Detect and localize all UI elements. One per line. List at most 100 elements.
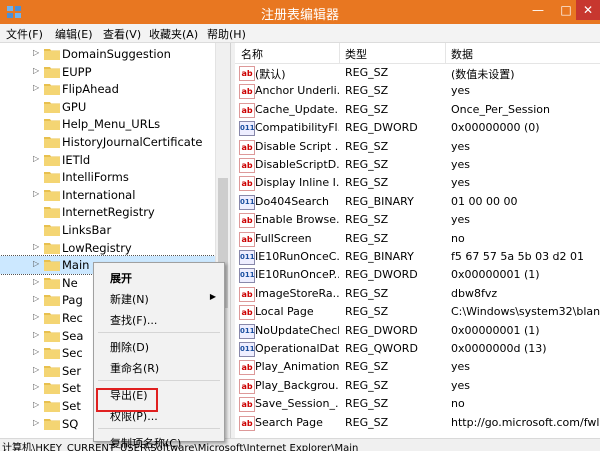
tree-item[interactable]: IntelliForms [0,168,215,186]
tree-item[interactable]: ▷ International [0,186,215,204]
column-type-header[interactable]: 类型 [345,46,367,62]
expand-arrow-icon[interactable]: ▷ [33,330,41,339]
string-value-icon: ab [239,305,255,321]
value-row[interactable]: ab FullScreen REG_SZ no [235,230,600,248]
context-menu-item[interactable]: 复制项名称(C) [94,432,224,450]
column-data-header[interactable]: 数据 [451,46,473,62]
tree-item[interactable]: ▷ DomainSuggestion [0,45,215,63]
folder-icon [44,188,60,201]
string-value-icon: ab [239,139,255,155]
expand-arrow-icon[interactable]: ▷ [33,189,41,198]
value-row[interactable]: ab (默认) REG_SZ (数值未设置) [235,64,600,82]
expand-arrow-icon[interactable]: ▷ [33,154,41,163]
value-row[interactable]: 011 OperationalData REG_QWORD 0x0000000d (1… [235,340,600,358]
value-name: Play_Backgrou... [255,378,339,392]
value-type: REG_SZ [345,84,389,98]
tree-item-label: Main [62,258,90,273]
folder-icon [44,65,60,78]
value-name: DisableScriptD... [255,158,339,171]
folder-icon [44,276,60,289]
menu-file[interactable]: 文件(F) [6,26,43,42]
menu-favorites[interactable]: 收藏夹(A) [149,26,198,42]
tree-item[interactable]: InternetRegistry [0,203,215,221]
value-row[interactable]: ab Play_Animations REG_SZ yes [235,358,600,376]
expand-arrow-icon[interactable]: ▷ [33,259,41,268]
value-row[interactable]: ab Save_Session_... REG_SZ no [235,395,600,413]
value-data: 01 00 00 00 [451,194,518,208]
expand-arrow-icon[interactable]: ▷ [33,48,41,57]
menu-separator [98,428,220,429]
expand-arrow-icon[interactable]: ▷ [33,83,41,92]
expand-arrow-icon[interactable]: ▷ [33,365,41,374]
value-row[interactable]: ab Anchor Underli... REG_SZ yes [235,82,600,100]
folder-icon [44,258,60,272]
tree-item-label: DomainSuggestion [62,47,171,61]
value-data: no [451,231,465,245]
expand-arrow-icon[interactable]: ▷ [33,382,41,391]
value-row[interactable]: ab Display Inline I... REG_SZ yes [235,174,600,192]
expand-arrow-icon[interactable]: ▷ [33,66,41,75]
context-menu-item[interactable]: 展开 [94,267,224,285]
tree-item[interactable]: ▷ EUPP [0,63,215,81]
value-row[interactable]: ab Search Page REG_SZ http://go.microsoft.c… [235,414,600,432]
expand-arrow-icon[interactable]: ▷ [33,242,41,251]
value-row[interactable]: ab ImageStoreRa... REG_SZ dbw8fvz [235,285,600,303]
value-data: yes [451,378,471,392]
tree-item[interactable]: HistoryJournalCertificate [0,133,215,151]
tree-item[interactable]: ▷ LowRegistry [0,239,215,257]
value-data: yes [451,84,471,98]
minimize-button[interactable]: — [524,0,552,20]
folder-icon [44,241,60,254]
value-row[interactable]: ab Cache_Update... REG_SZ Once_Per_Session [235,101,600,119]
expand-arrow-icon[interactable]: ▷ [33,347,41,356]
expand-arrow-icon[interactable]: ▷ [33,277,41,286]
menu-help[interactable]: 帮助(H) [207,26,246,42]
values-list[interactable]: 名称 类型 数据 ab (默认) REG_SZ (数值未设置) ab Anchor Und… [235,43,600,438]
value-row[interactable]: ab Local Page REG_SZ C:\Windows\system32\bl… [235,303,600,321]
tree-item-label: Rec [62,311,83,325]
value-row[interactable]: 011 Do404Search REG_BINARY 01 00 00 00 [235,193,600,211]
string-value-icon: ab [239,102,255,118]
value-name: Save_Session_... [255,397,339,411]
tree-item[interactable]: ▷ IETld [0,151,215,169]
context-menu-item[interactable]: 新建(N) ▶ [94,288,224,306]
value-name: NoUpdateCheck [255,323,339,337]
tree-item[interactable]: ▷ FlipAhead [0,80,215,98]
context-menu-item[interactable]: 重命名(R) [94,357,224,375]
column-divider[interactable] [445,43,446,63]
value-data: 0x00000001 (1) [451,323,540,337]
expand-arrow-icon[interactable]: ▷ [33,400,41,409]
expand-arrow-icon[interactable]: ▷ [33,312,41,321]
value-row[interactable]: ab Play_Backgrou... REG_SZ yes [235,377,600,395]
value-row[interactable]: 011 NoUpdateCheck REG_DWORD 0x00000001 (1) [235,322,600,340]
value-row[interactable]: ab DisableScriptD... REG_SZ yes [235,156,600,174]
value-row[interactable]: ab Disable Script ... REG_SZ yes [235,138,600,156]
value-row[interactable]: 011 CompatibilityFl... REG_DWORD 0x00000000… [235,119,600,137]
column-name-header[interactable]: 名称 [241,46,263,62]
value-type: REG_DWORD [345,268,418,282]
binary-value-icon: 011 [239,121,255,137]
folder-icon [44,311,60,324]
folder-icon [44,364,60,377]
tree-item[interactable]: GPU [0,98,215,116]
value-type: REG_SZ [345,415,389,429]
context-menu-item[interactable]: 查找(F)... [94,309,224,327]
binary-value-icon: 011 [239,250,255,265]
expand-arrow-icon[interactable]: ▷ [33,418,41,427]
value-row[interactable]: ab Enable Browse... REG_SZ yes [235,211,600,229]
menu-view[interactable]: 查看(V) [103,26,141,42]
tree-item[interactable]: LinksBar [0,221,215,239]
tree-item[interactable]: Help_Menu_URLs [0,115,215,133]
context-menu-item-label: 重命名(R) [110,362,160,375]
tree-item-label: LowRegistry [62,240,132,255]
column-divider[interactable] [339,43,340,63]
close-button[interactable]: ✕ [576,0,600,20]
value-type: REG_DWORD [345,323,418,337]
context-menu-item-label: 删除(D) [110,341,150,354]
expand-arrow-icon[interactable]: ▷ [33,294,41,303]
value-row[interactable]: 011 IE10RunOnceP... REG_DWORD 0x00000001 (1… [235,266,600,284]
menu-edit[interactable]: 编辑(E) [55,26,93,42]
context-menu-item[interactable]: 删除(D) [94,336,224,354]
value-row[interactable]: 011 IE10RunOnceC... REG_BINARY f5 67 57 5a … [235,248,600,266]
value-type: REG_SZ [345,176,389,190]
